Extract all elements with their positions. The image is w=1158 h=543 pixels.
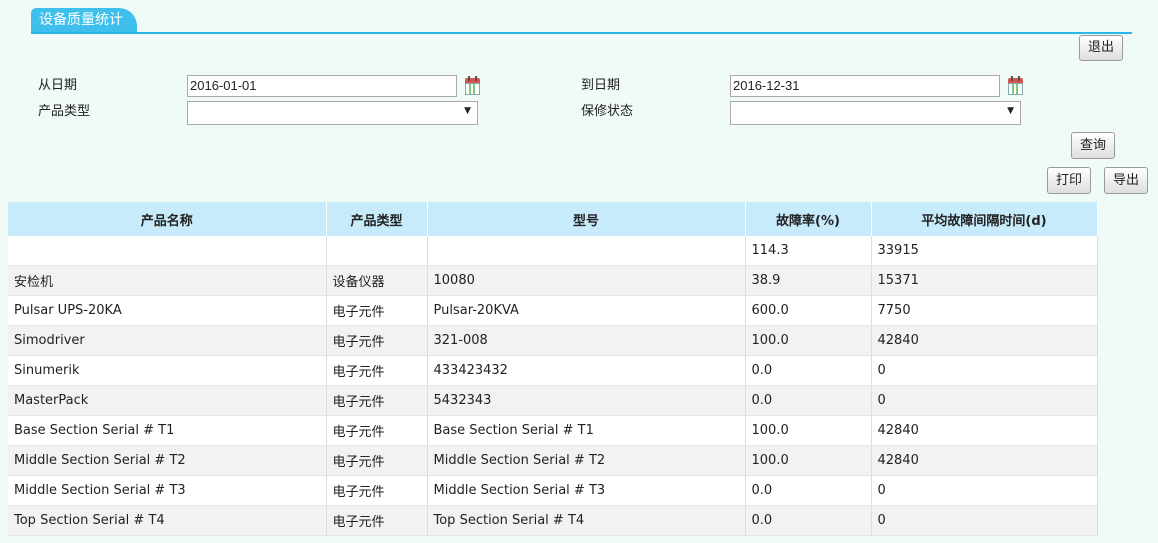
to-date-input[interactable]: 2016-12-31 bbox=[730, 75, 1000, 97]
failure-rate-cell: 100.0 bbox=[745, 325, 872, 356]
mtbf-cell: 0 bbox=[871, 355, 1098, 386]
product-type-cell: 电子元件 bbox=[326, 475, 428, 506]
from-date-label: 从日期 bbox=[38, 78, 78, 93]
mtbf-cell: 0 bbox=[871, 505, 1098, 536]
product-type-cell: 电子元件 bbox=[326, 325, 428, 356]
model-cell: Middle Section Serial # T3 bbox=[427, 475, 746, 506]
product-name-cell: Simodriver bbox=[8, 325, 327, 356]
table-row[interactable]: 安检机 设备仪器 10080 38.9 15371 bbox=[8, 265, 1098, 296]
model-cell: 321-008 bbox=[427, 325, 746, 356]
failure-rate-cell: 38.9 bbox=[745, 265, 872, 296]
mtbf-cell: 33915 bbox=[871, 236, 1098, 266]
table-row[interactable]: Sinumerik 电子元件 433423432 0.0 0 bbox=[8, 355, 1098, 386]
tab-bar: 设备质量统计 bbox=[31, 8, 1132, 34]
failure-rate-cell: 114.3 bbox=[745, 236, 872, 266]
product-name-cell: Top Section Serial # T4 bbox=[8, 505, 327, 536]
product-name-cell: 安检机 bbox=[8, 265, 327, 296]
failure-rate-cell: 0.0 bbox=[745, 475, 872, 506]
export-button[interactable]: 导出 bbox=[1104, 167, 1149, 194]
product-type-label: 产品类型 bbox=[38, 104, 91, 119]
model-cell: Pulsar-20KVA bbox=[427, 295, 746, 326]
table-row[interactable]: Middle Section Serial # T3 电子元件 Middle Sec… bbox=[8, 475, 1098, 506]
tab-equipment-quality-stats[interactable]: 设备质量统计 bbox=[31, 8, 137, 32]
product-type-select[interactable]: ▼ bbox=[187, 101, 478, 125]
product-type-cell: 电子元件 bbox=[326, 415, 428, 446]
failure-rate-cell: 0.0 bbox=[745, 505, 872, 536]
model-cell: 10080 bbox=[427, 265, 746, 296]
table-header-row: 产品名称 产品类型 型号 故障率(%) 平均故障间隔时间(d) bbox=[8, 202, 1098, 236]
chevron-down-icon: ▼ bbox=[1007, 106, 1014, 116]
table-row[interactable]: Middle Section Serial # T2 电子元件 Middle Sec… bbox=[8, 445, 1098, 476]
column-header-failure-rate[interactable]: 故障率(%) bbox=[745, 202, 872, 236]
table-row[interactable]: Base Section Serial # T1 电子元件 Base Section… bbox=[8, 415, 1098, 446]
table-row[interactable]: Top Section Serial # T4 电子元件 Top Section S… bbox=[8, 505, 1098, 536]
mtbf-cell: 0 bbox=[871, 475, 1098, 506]
warranty-status-select[interactable]: ▼ bbox=[730, 101, 1021, 125]
from-date-input[interactable]: 2016-01-01 bbox=[187, 75, 457, 97]
mtbf-cell: 7750 bbox=[871, 295, 1098, 326]
product-name-cell: Pulsar UPS-20KA bbox=[8, 295, 327, 326]
table-row[interactable]: MasterPack 电子元件 5432343 0.0 0 bbox=[8, 385, 1098, 416]
product-name-cell: MasterPack bbox=[8, 385, 327, 416]
mtbf-cell: 0 bbox=[871, 385, 1098, 416]
table-row[interactable]: Simodriver 电子元件 321-008 100.0 42840 bbox=[8, 325, 1098, 356]
failure-rate-cell: 0.0 bbox=[745, 385, 872, 416]
mtbf-cell: 42840 bbox=[871, 445, 1098, 476]
product-name-cell: Middle Section Serial # T3 bbox=[8, 475, 327, 506]
mtbf-cell: 42840 bbox=[871, 415, 1098, 446]
product-name-cell bbox=[8, 236, 327, 266]
model-cell: Base Section Serial # T1 bbox=[427, 415, 746, 446]
exit-button[interactable]: 退出 bbox=[1079, 35, 1124, 61]
model-cell: 5432343 bbox=[427, 385, 746, 416]
failure-rate-cell: 600.0 bbox=[745, 295, 872, 326]
column-header-product-name[interactable]: 产品名称 bbox=[8, 202, 327, 236]
model-cell: 433423432 bbox=[427, 355, 746, 386]
query-button[interactable]: 查询 bbox=[1071, 132, 1116, 159]
quality-stats-table: 产品名称 产品类型 型号 故障率(%) 平均故障间隔时间(d) 114.3 339… bbox=[8, 202, 1098, 536]
column-header-mtbf[interactable]: 平均故障间隔时间(d) bbox=[871, 202, 1098, 236]
product-type-cell: 电子元件 bbox=[326, 385, 428, 416]
product-type-cell: 电子元件 bbox=[326, 295, 428, 326]
product-type-cell: 设备仪器 bbox=[326, 265, 428, 296]
to-date-label: 到日期 bbox=[581, 78, 621, 93]
product-type-cell bbox=[326, 236, 428, 266]
model-cell bbox=[427, 236, 746, 266]
product-type-cell: 电子元件 bbox=[326, 445, 428, 476]
calendar-icon[interactable] bbox=[465, 76, 480, 95]
product-name-cell: Sinumerik bbox=[8, 355, 327, 386]
model-cell: Top Section Serial # T4 bbox=[427, 505, 746, 536]
print-button[interactable]: 打印 bbox=[1047, 167, 1092, 194]
failure-rate-cell: 100.0 bbox=[745, 445, 872, 476]
table-row[interactable]: Pulsar UPS-20KA 电子元件 Pulsar-20KVA 600.0 7750 bbox=[8, 295, 1098, 326]
mtbf-cell: 15371 bbox=[871, 265, 1098, 296]
failure-rate-cell: 100.0 bbox=[745, 415, 872, 446]
product-type-cell: 电子元件 bbox=[326, 355, 428, 386]
chevron-down-icon: ▼ bbox=[464, 106, 471, 116]
warranty-status-label: 保修状态 bbox=[581, 104, 634, 119]
calendar-icon[interactable] bbox=[1008, 76, 1023, 95]
mtbf-cell: 42840 bbox=[871, 325, 1098, 356]
column-header-model[interactable]: 型号 bbox=[427, 202, 746, 236]
model-cell: Middle Section Serial # T2 bbox=[427, 445, 746, 476]
product-name-cell: Middle Section Serial # T2 bbox=[8, 445, 327, 476]
product-name-cell: Base Section Serial # T1 bbox=[8, 415, 327, 446]
column-header-product-type[interactable]: 产品类型 bbox=[326, 202, 428, 236]
failure-rate-cell: 0.0 bbox=[745, 355, 872, 386]
product-type-cell: 电子元件 bbox=[326, 505, 428, 536]
table-row[interactable]: 114.3 33915 bbox=[8, 236, 1098, 266]
